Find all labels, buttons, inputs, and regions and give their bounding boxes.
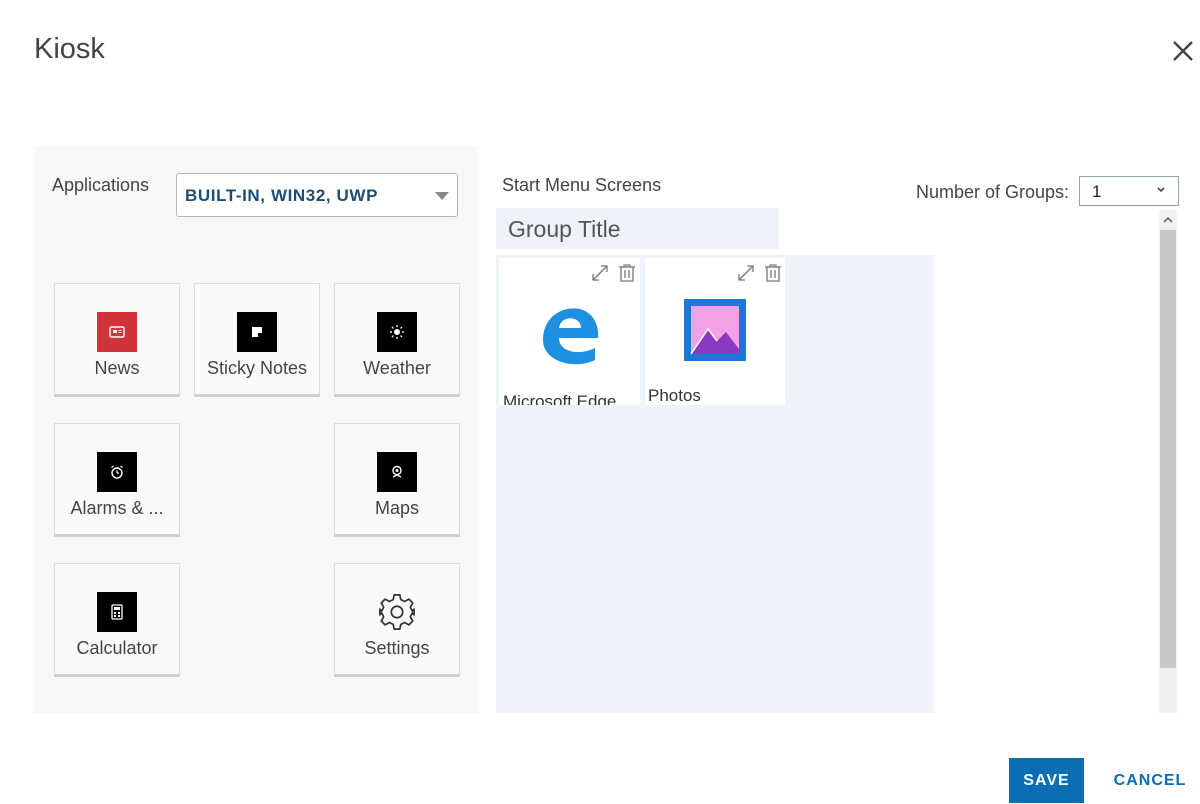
number-of-groups-value: 1: [1092, 182, 1102, 201]
alarm-clock-icon: [97, 452, 137, 492]
group-title-field[interactable]: Group Title: [496, 208, 779, 249]
app-tile-weather[interactable]: Weather: [334, 283, 460, 397]
start-menu-screens-label: Start Menu Screens: [502, 175, 662, 195]
trash-icon[interactable]: [617, 263, 637, 283]
pinned-tile-microsoft-edge[interactable]: Microsoft Edge: [499, 258, 640, 405]
app-tile-label: Alarms & ...: [70, 498, 164, 518]
weather-icon: [377, 312, 417, 352]
app-tile-news[interactable]: News: [54, 283, 180, 397]
caret-down-icon: [435, 192, 449, 200]
chevron-down-icon: [1157, 187, 1165, 193]
expand-icon[interactable]: [736, 263, 756, 283]
app-tile-label: Calculator: [76, 638, 158, 658]
cancel-button[interactable]: CANCEL: [1106, 758, 1194, 803]
number-of-groups-select[interactable]: 1: [1079, 176, 1179, 206]
app-tile-sticky-notes[interactable]: Sticky Notes: [194, 283, 320, 397]
app-tile-label: Settings: [364, 638, 430, 658]
applications-filter-value: BUILT-IN, WIN32, UWP: [185, 186, 379, 205]
vertical-scrollbar[interactable]: [1159, 210, 1177, 713]
pinned-tile-photos[interactable]: Photos: [645, 258, 785, 405]
expand-icon[interactable]: [590, 263, 610, 283]
group-title-text: Group Title: [508, 216, 621, 242]
app-tile-settings[interactable]: Settings: [334, 563, 460, 677]
photos-icon: [684, 299, 746, 361]
sticky-notes-icon: [237, 312, 277, 352]
applications-label: Applications: [52, 175, 150, 195]
app-tile-alarms[interactable]: Alarms & ...: [54, 423, 180, 537]
scrollbar-thumb[interactable]: [1160, 230, 1176, 668]
number-of-groups-label: Number of Groups:: [916, 182, 1070, 202]
app-tile-label: Weather: [363, 358, 431, 378]
close-icon: [1173, 41, 1193, 61]
edge-icon: [543, 308, 599, 365]
app-tile-label: Maps: [374, 498, 419, 518]
trash-icon[interactable]: [763, 263, 783, 283]
dialog-title: Kiosk: [34, 33, 105, 65]
app-tile-label: News: [94, 358, 140, 378]
maps-icon: [377, 452, 417, 492]
gear-icon: [377, 592, 417, 632]
app-tile-calculator[interactable]: Calculator: [54, 563, 180, 677]
app-tile-label: Sticky Notes: [206, 358, 308, 378]
pinned-tile-label: Photos: [648, 386, 701, 405]
save-button[interactable]: SAVE: [1009, 758, 1084, 803]
calculator-icon: [97, 592, 137, 632]
pinned-tile-label: Microsoft Edge: [503, 392, 617, 405]
close-button[interactable]: [1170, 36, 1200, 66]
applications-panel: Applications BUILT-IN, WIN32, UWP News S…: [34, 147, 478, 713]
applications-filter-select[interactable]: BUILT-IN, WIN32, UWP: [176, 173, 458, 217]
news-icon: [97, 312, 137, 352]
app-tile-maps[interactable]: Maps: [334, 423, 460, 537]
scroll-up-icon[interactable]: [1159, 210, 1177, 230]
